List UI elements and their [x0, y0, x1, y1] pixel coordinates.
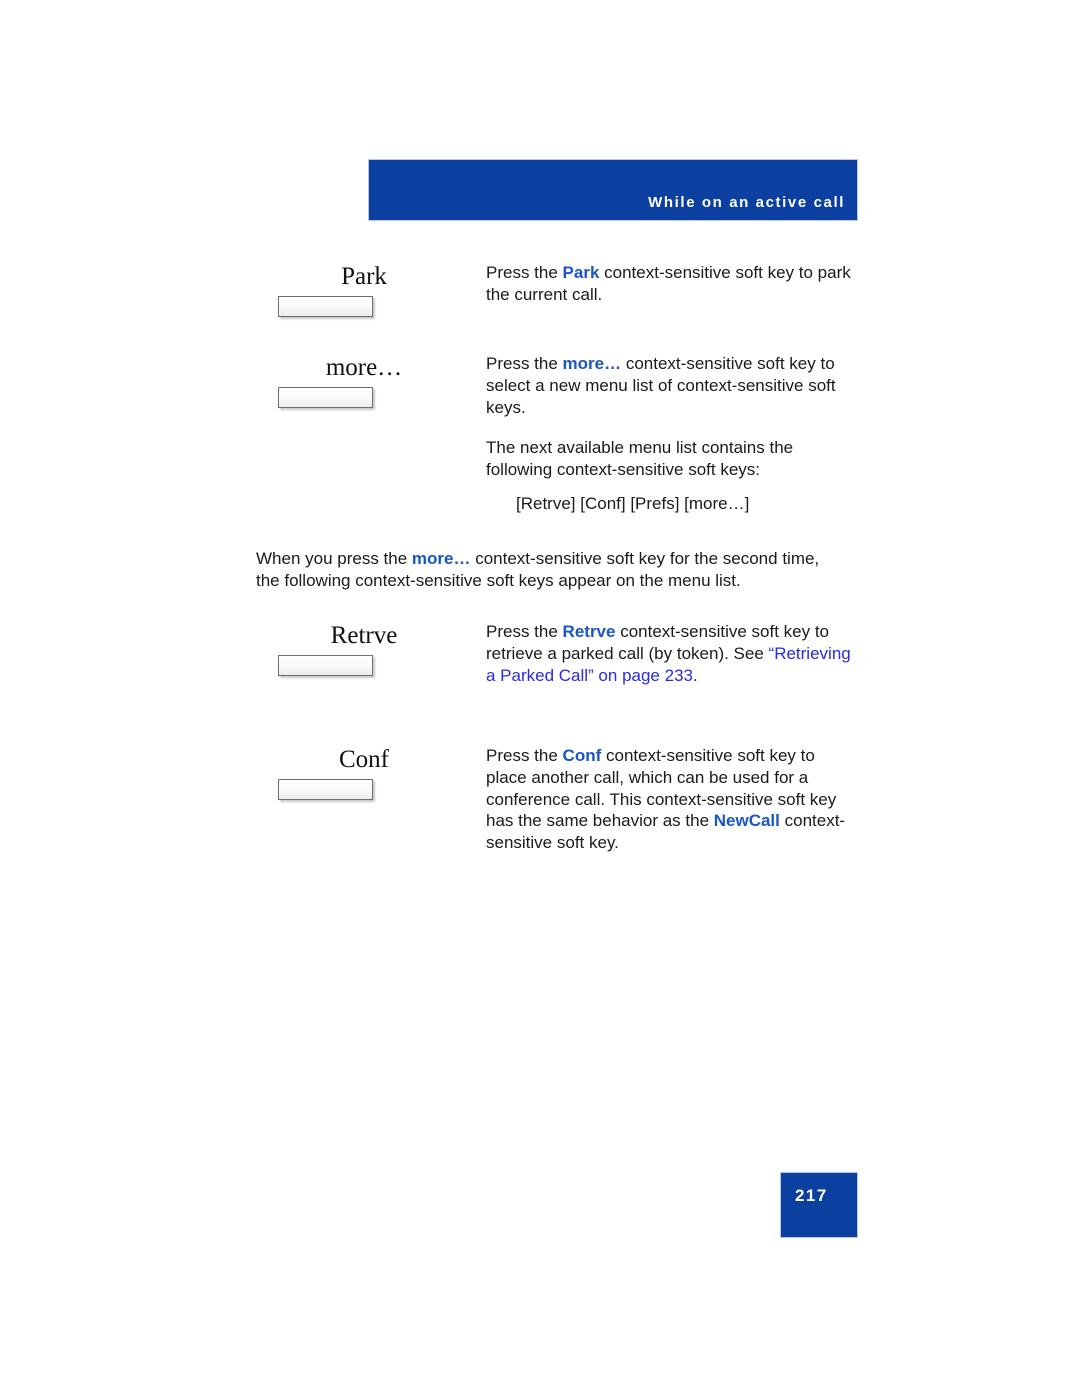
- softkey-graphic-more: more…: [256, 353, 478, 408]
- body-paragraph-text: When you press the more… context-sensiti…: [256, 548, 836, 592]
- softkey-row-conf: Conf Press the Conf context-sensitive so…: [256, 745, 856, 854]
- keyword-park: Park: [562, 263, 600, 282]
- description-paragraph: Press the Park context-sensitive soft ke…: [486, 262, 856, 306]
- softkey-button-retrve[interactable]: [278, 655, 373, 676]
- text-run: Press the: [486, 622, 563, 641]
- softkey-description-more: Press the more… context-sensitive soft k…: [478, 353, 856, 515]
- keyword-newcall: NewCall: [713, 811, 780, 831]
- page-number: 217: [795, 1186, 828, 1205]
- text-run: When you press the: [256, 549, 412, 568]
- softkey-description-conf: Press the Conf context-sensitive soft ke…: [478, 745, 856, 854]
- text-run: The next available menu list contains th…: [486, 438, 794, 480]
- softkey-row-more: more… Press the more… context-sensitive …: [256, 353, 856, 515]
- text-run: Press the: [486, 746, 563, 765]
- running-header-bar: While on an active call: [368, 159, 858, 221]
- softkey-row-park: Park Press the Park context-sensitive so…: [256, 262, 856, 317]
- text-run: [Retrve] [Conf] [Prefs] [more…]: [516, 493, 750, 513]
- keyword-more: more…: [562, 354, 622, 373]
- softkey-label-conf: Conf: [339, 746, 389, 773]
- softkey-button-conf[interactable]: [278, 779, 373, 800]
- text-run: Press the: [486, 263, 563, 282]
- description-paragraph: Press the Conf context-sensitive soft ke…: [486, 745, 856, 854]
- description-paragraph: [Retrve] [Conf] [Prefs] [more…]: [486, 493, 856, 515]
- description-paragraph: Press the more… context-sensitive soft k…: [486, 353, 856, 418]
- softkey-row-retrve: Retrve Press the Retrve context-sensitiv…: [256, 621, 856, 686]
- softkey-label-retrve: Retrve: [330, 622, 398, 649]
- body-paragraph: When you press the more… context-sensiti…: [256, 548, 836, 592]
- text-run: Press the: [486, 354, 563, 373]
- keyword-more: more…: [411, 549, 471, 568]
- text-run: .: [692, 665, 698, 685]
- description-paragraph: Press the Retrve context-sensitive soft …: [486, 621, 856, 686]
- softkey-graphic-retrve: Retrve: [256, 621, 478, 676]
- softkey-description-park: Press the Park context-sensitive soft ke…: [478, 262, 856, 306]
- softkey-description-retrve: Press the Retrve context-sensitive soft …: [478, 621, 856, 686]
- softkey-button-park[interactable]: [278, 296, 373, 317]
- softkey-graphic-park: Park: [256, 262, 478, 317]
- page-number-badge: 217: [780, 1172, 858, 1238]
- keyword-retrve: Retrve: [562, 622, 616, 641]
- softkey-button-more[interactable]: [278, 387, 373, 408]
- keyword-conf: Conf: [562, 746, 602, 765]
- softkey-label-more: more…: [325, 354, 403, 381]
- running-header-title: While on an active call: [648, 194, 845, 211]
- softkey-graphic-conf: Conf: [256, 745, 478, 800]
- description-paragraph: The next available menu list contains th…: [486, 437, 856, 481]
- softkey-label-park: Park: [341, 263, 387, 290]
